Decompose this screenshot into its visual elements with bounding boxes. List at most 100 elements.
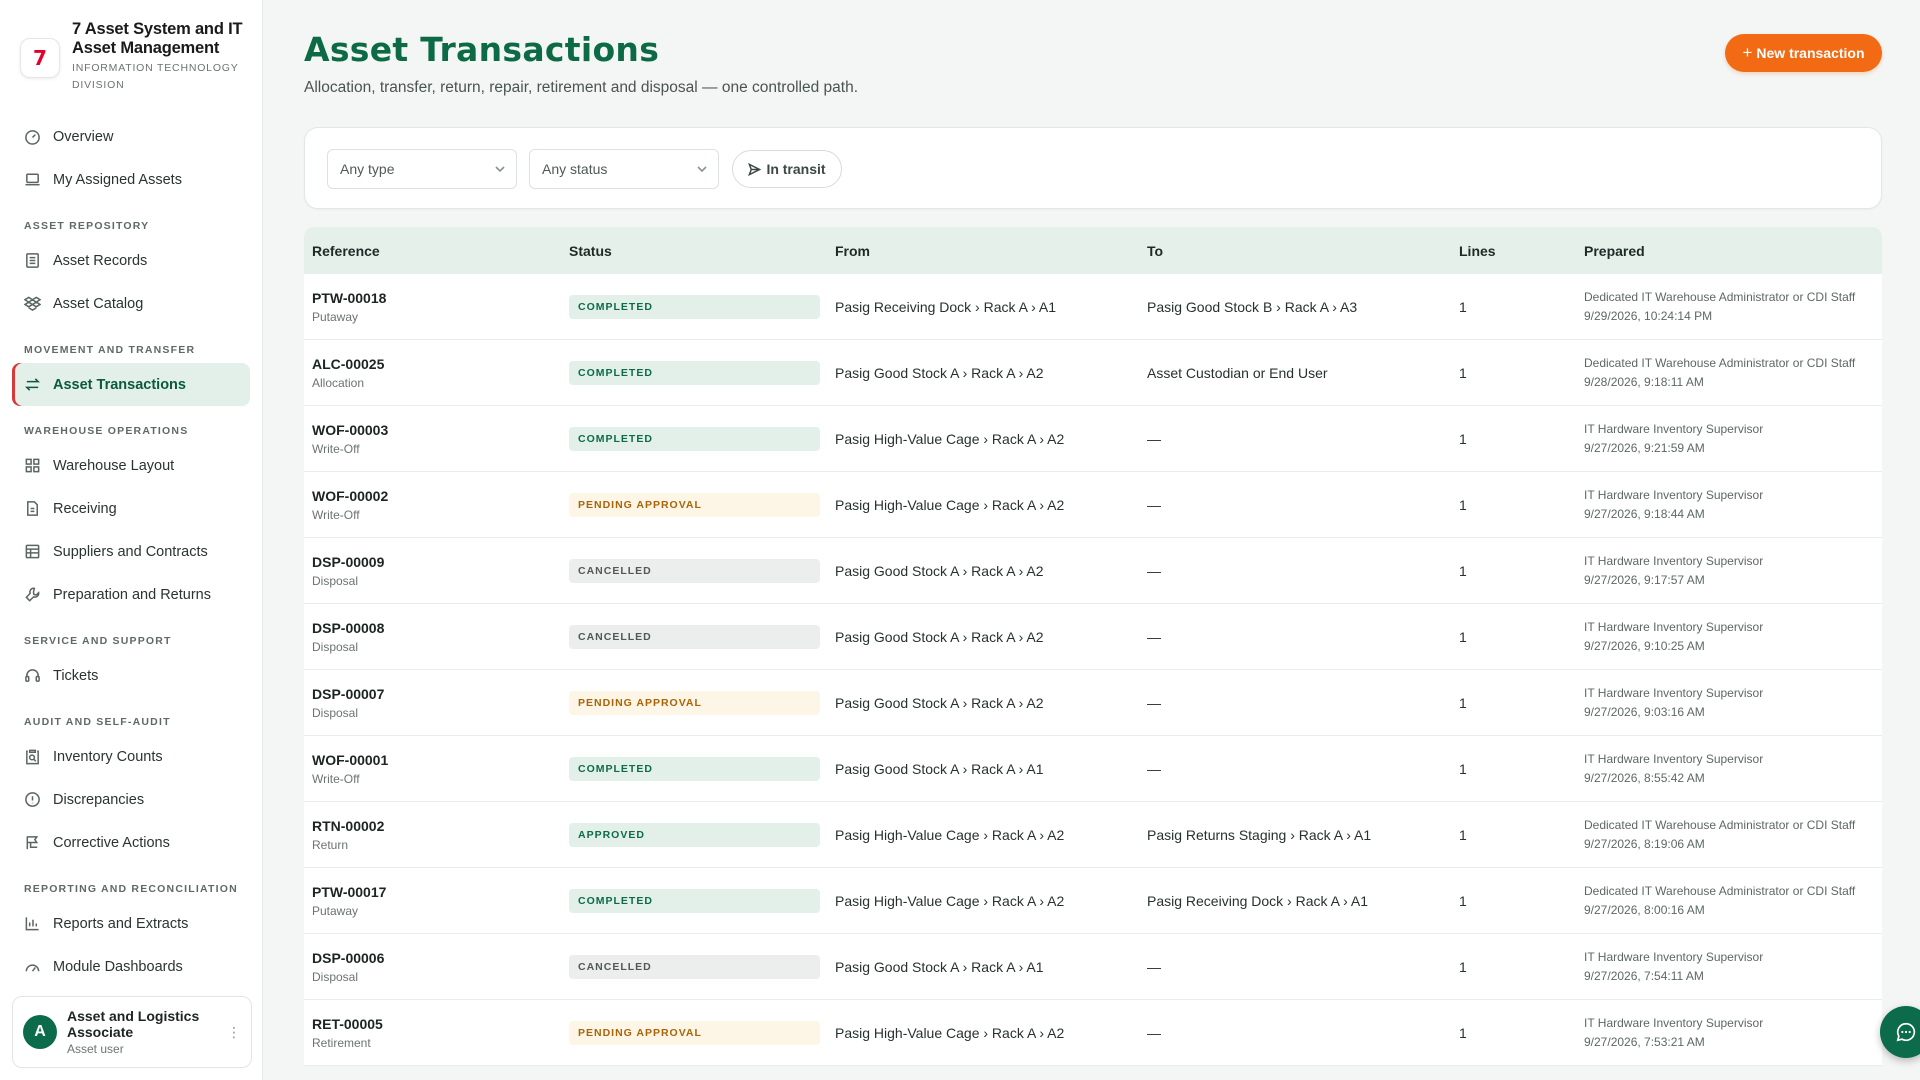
table-row[interactable]: PTW-00017 Putaway COMPLETED Pasig High-Valu… <box>304 868 1882 934</box>
brand: 7 7 Asset System and IT Asset Management… <box>0 0 262 115</box>
prepared-cell: Dedicated IT Warehouse Administrator or … <box>1584 356 1882 389</box>
in-transit-toggle[interactable]: In transit <box>732 150 842 188</box>
reference-cell: DSP-00007 Disposal <box>304 686 569 720</box>
sidebar-item-suppliers-and-contracts[interactable]: Suppliers and Contracts <box>12 530 250 573</box>
lines-count: 1 <box>1459 1024 1467 1041</box>
from-location: Pasig Good Stock A › Rack A › A1 <box>835 760 1044 777</box>
sidebar-item-asset-records[interactable]: Asset Records <box>12 239 250 282</box>
from-location: Pasig Receiving Dock › Rack A › A1 <box>835 298 1056 315</box>
table-row[interactable]: DSP-00008 Disposal CANCELLED Pasig Good Sto… <box>304 604 1882 670</box>
headset-icon <box>23 667 41 685</box>
type-filter-select[interactable]: Any type <box>327 149 517 189</box>
reference-id[interactable]: WOF-00001 <box>312 752 569 768</box>
prepared-by: Dedicated IT Warehouse Administrator or … <box>1584 290 1856 304</box>
table-body: PTW-00018 Putaway COMPLETED Pasig Receiving… <box>304 274 1882 1066</box>
status-badge: COMPLETED <box>569 888 820 913</box>
transaction-type: Putaway <box>312 309 359 324</box>
prepared-cell: IT Hardware Inventory Supervisor 9/27/202… <box>1584 488 1882 521</box>
sidebar-section-service-and-support: SERVICE AND SUPPORT <box>24 635 172 647</box>
prepared-cell: IT Hardware Inventory Supervisor 9/27/202… <box>1584 752 1882 785</box>
prepared-by: Dedicated IT Warehouse Administrator or … <box>1584 818 1856 832</box>
sidebar-item-inventory-counts[interactable]: Inventory Counts <box>12 735 250 778</box>
sidebar-item-label: Discrepancies <box>53 791 145 808</box>
sidebar-item-warehouse-layout[interactable]: Warehouse Layout <box>12 444 250 487</box>
sidebar-item-corrective-actions[interactable]: Corrective Actions <box>12 821 250 864</box>
table-row[interactable]: RET-00005 Retirement PENDING APPROVAL Pasig… <box>304 1000 1882 1066</box>
prepared-at: 9/27/2026, 9:03:16 AM <box>1584 705 1705 719</box>
sidebar-item-discrepancies[interactable]: Discrepancies <box>12 778 250 821</box>
prepared-cell: IT Hardware Inventory Supervisor 9/27/202… <box>1584 620 1882 653</box>
arrows-icon <box>23 376 41 394</box>
chat-button[interactable]: 1 <box>1880 1006 1920 1058</box>
type-filter-value: Any type <box>340 161 395 177</box>
table-row[interactable]: WOF-00002 Write-Off PENDING APPROVAL Pasig … <box>304 472 1882 538</box>
from-location: Pasig Good Stock A › Rack A › A1 <box>835 958 1044 975</box>
prepared-at: 9/27/2026, 9:17:57 AM <box>1584 573 1705 587</box>
user-card[interactable]: A Asset and Logistics Associate Asset us… <box>12 996 252 1068</box>
sidebar-section-reporting-and-reconciliation: REPORTING AND RECONCILIATION <box>24 883 238 895</box>
reference-cell: WOF-00001 Write-Off <box>304 752 569 786</box>
table-row[interactable]: WOF-00001 Write-Off COMPLETED Pasig Good St… <box>304 736 1882 802</box>
reference-id[interactable]: WOF-00002 <box>312 488 569 504</box>
reference-id[interactable]: DSP-00006 <box>312 950 569 966</box>
sidebar-item-receiving[interactable]: Receiving <box>12 487 250 530</box>
sidebar-item-reports-and-extracts[interactable]: Reports and Extracts <box>12 902 250 945</box>
table-row[interactable]: DSP-00007 Disposal PENDING APPROVAL Pasig G… <box>304 670 1882 736</box>
sidebar-item-module-dashboards[interactable]: Module Dashboards <box>12 945 250 988</box>
to-location: — <box>1147 760 1161 777</box>
reference-id[interactable]: DSP-00009 <box>312 554 569 570</box>
table-row[interactable]: DSP-00009 Disposal CANCELLED Pasig Good Sto… <box>304 538 1882 604</box>
column-header-from[interactable]: From <box>835 243 1147 259</box>
sidebar-item-my-assigned-assets[interactable]: My Assigned Assets <box>12 158 250 201</box>
reference-id[interactable]: WOF-00003 <box>312 422 569 438</box>
reference-id[interactable]: DSP-00007 <box>312 686 569 702</box>
table-row[interactable]: WOF-00003 Write-Off COMPLETED Pasig High-Va… <box>304 406 1882 472</box>
table-row[interactable]: RTN-00002 Return APPROVED Pasig High-Value … <box>304 802 1882 868</box>
reference-id[interactable]: ALC-00025 <box>312 356 569 372</box>
reference-id[interactable]: DSP-00008 <box>312 620 569 636</box>
table-row[interactable]: ALC-00025 Allocation COMPLETED Pasig Good S… <box>304 340 1882 406</box>
gauge-icon <box>23 128 41 146</box>
prepared-at: 9/27/2026, 9:21:59 AM <box>1584 441 1705 455</box>
sidebar-section-movement-and-transfer: MOVEMENT AND TRANSFER <box>24 344 196 356</box>
transaction-type: Allocation <box>312 375 365 390</box>
column-header-status[interactable]: Status <box>569 243 835 259</box>
sidebar-item-asset-catalog[interactable]: Asset Catalog <box>12 282 250 325</box>
list-icon <box>23 252 41 270</box>
lines-count: 1 <box>1459 958 1467 975</box>
table-row[interactable]: PTW-00018 Putaway COMPLETED Pasig Receiving… <box>304 274 1882 340</box>
reference-cell: WOF-00002 Write-Off <box>304 488 569 522</box>
transaction-type: Disposal <box>312 705 359 720</box>
reference-id[interactable]: RTN-00002 <box>312 818 569 834</box>
status-cell: CANCELLED <box>569 954 835 979</box>
reference-id[interactable]: PTW-00017 <box>312 884 569 900</box>
prepared-by: Dedicated IT Warehouse Administrator or … <box>1584 356 1856 370</box>
user-name: Asset and Logistics Associate <box>67 1008 200 1040</box>
sidebar-item-overview[interactable]: Overview <box>12 115 250 158</box>
table-row[interactable]: DSP-00006 Disposal CANCELLED Pasig Good Sto… <box>304 934 1882 1000</box>
column-header-reference[interactable]: Reference <box>304 243 569 259</box>
dashboard-icon <box>23 958 41 976</box>
sidebar-item-asset-transactions[interactable]: Asset Transactions <box>12 363 250 406</box>
sidebar-item-tickets[interactable]: Tickets <box>12 654 250 697</box>
column-header-to[interactable]: To <box>1147 243 1459 259</box>
from-location: Pasig Good Stock A › Rack A › A2 <box>835 562 1044 579</box>
reference-id[interactable]: RET-00005 <box>312 1016 569 1032</box>
more-vertical-icon[interactable]: ⋮ <box>227 1024 241 1041</box>
from-location: Pasig High-Value Cage › Rack A › A2 <box>835 1024 1065 1041</box>
reference-id[interactable]: PTW-00018 <box>312 290 569 306</box>
status-badge: COMPLETED <box>569 360 820 385</box>
prepared-at: 9/27/2026, 7:53:21 AM <box>1584 1035 1705 1049</box>
prepared-cell: IT Hardware Inventory Supervisor 9/27/202… <box>1584 950 1882 983</box>
sidebar-item-label: Asset Records <box>53 252 148 269</box>
sidebar-item-label: Receiving <box>53 500 117 517</box>
status-filter-select[interactable]: Any status <box>529 149 719 189</box>
lines-count: 1 <box>1459 826 1467 843</box>
column-header-lines[interactable]: Lines <box>1459 243 1584 259</box>
lines-count: 1 <box>1459 562 1467 579</box>
new-transaction-button[interactable]: + New transaction <box>1725 34 1882 72</box>
sidebar-item-preparation-and-returns[interactable]: Preparation and Returns <box>12 573 250 616</box>
status-cell: COMPLETED <box>569 294 835 319</box>
column-header-prepared[interactable]: Prepared <box>1584 243 1882 259</box>
lines-count: 1 <box>1459 760 1467 777</box>
